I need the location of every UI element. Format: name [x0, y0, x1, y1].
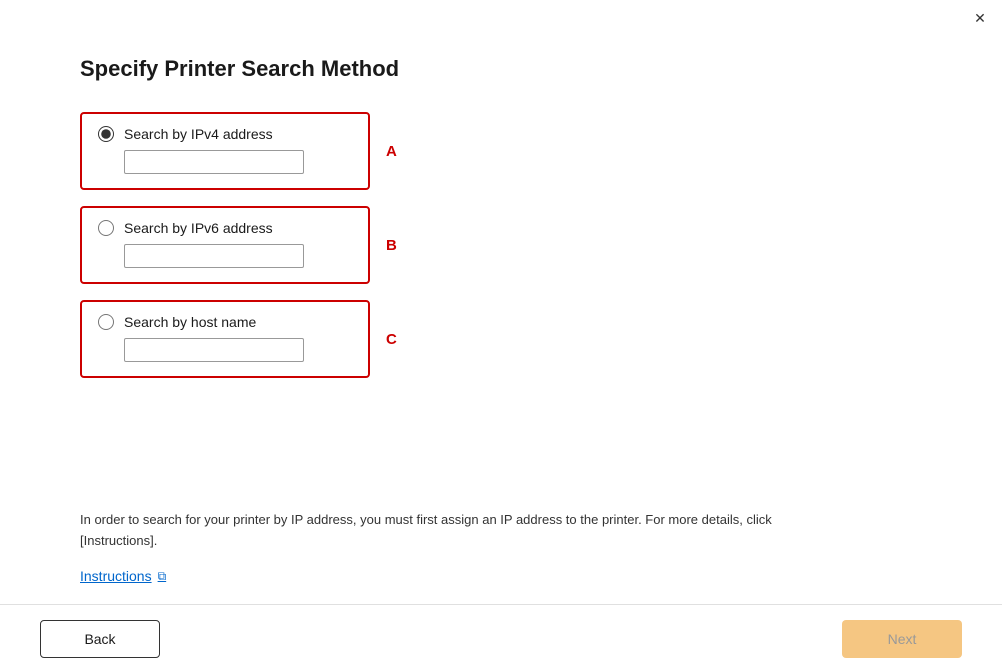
input-ipv6[interactable] [124, 244, 304, 268]
input-ipv4[interactable] [124, 150, 304, 174]
external-link-icon: ⧉ [158, 569, 167, 584]
option-box-ipv6[interactable]: Search by IPv6 address [80, 206, 370, 284]
option-row-b: Search by IPv6 address B [80, 206, 922, 284]
option-header-ipv6: Search by IPv6 address [98, 220, 352, 236]
info-text: In order to search for your printer by I… [80, 510, 830, 552]
option-label-ipv6: Search by IPv6 address [124, 220, 273, 236]
title-bar: ✕ [0, 0, 1002, 36]
radio-ipv4[interactable] [98, 126, 114, 142]
input-hostname[interactable] [124, 338, 304, 362]
radio-ipv6[interactable] [98, 220, 114, 236]
option-letter-a: A [386, 143, 406, 160]
next-button[interactable]: Next [842, 620, 962, 658]
options-area: Search by IPv4 address A Search by IPv6 … [80, 112, 922, 378]
bottom-bar: Back Next [0, 604, 1002, 672]
option-label-ipv4: Search by IPv4 address [124, 126, 273, 142]
option-box-ipv4[interactable]: Search by IPv4 address [80, 112, 370, 190]
instructions-label: Instructions [80, 568, 152, 584]
option-row-a: Search by IPv4 address A [80, 112, 922, 190]
option-letter-b: B [386, 237, 406, 254]
option-header-ipv4: Search by IPv4 address [98, 126, 352, 142]
radio-hostname[interactable] [98, 314, 114, 330]
option-header-hostname: Search by host name [98, 314, 352, 330]
option-row-c: Search by host name C [80, 300, 922, 378]
page-title: Specify Printer Search Method [80, 56, 922, 82]
close-button[interactable]: ✕ [970, 8, 990, 28]
content-area: Specify Printer Search Method Search by … [0, 36, 1002, 604]
option-box-hostname[interactable]: Search by host name [80, 300, 370, 378]
option-label-hostname: Search by host name [124, 314, 256, 330]
back-button[interactable]: Back [40, 620, 160, 658]
main-window: ✕ Specify Printer Search Method Search b… [0, 0, 1002, 672]
option-letter-c: C [386, 331, 406, 348]
instructions-link[interactable]: Instructions ⧉ [80, 568, 922, 584]
